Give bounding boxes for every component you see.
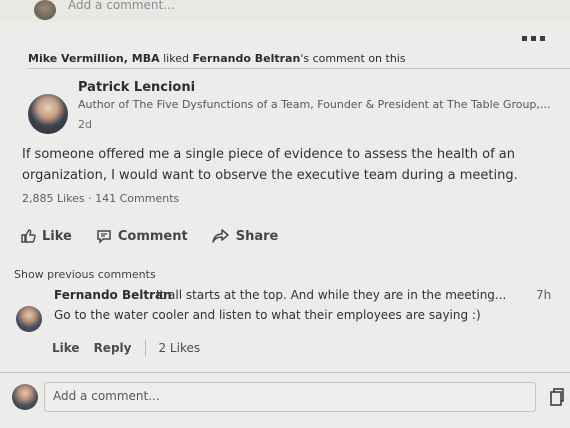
post-stats[interactable]: 2,885 Likes · 141 Comments xyxy=(22,192,179,205)
comment-like-button[interactable]: Like xyxy=(52,341,80,355)
comment-icon xyxy=(96,228,112,244)
activity-line: Mike Vermillion, MBA liked Fernando Belt… xyxy=(28,52,406,65)
comment-button[interactable]: Comment xyxy=(96,228,188,244)
comment-text-line-1: It all starts at the top. And while they… xyxy=(156,288,507,302)
activity-verb: liked xyxy=(159,52,193,65)
divider xyxy=(0,372,570,373)
post-actions: Like Comment Share xyxy=(20,228,302,244)
comment-text-line-2: Go to the water cooler and listen to wha… xyxy=(54,308,481,322)
add-comment-placeholder: Add a comment... xyxy=(53,389,160,403)
feed-card: Mike Vermillion, MBA liked Fernando Belt… xyxy=(0,22,570,428)
my-avatar xyxy=(12,384,38,410)
divider xyxy=(28,68,570,69)
add-comment-input-top[interactable]: Add a comment... xyxy=(68,0,175,12)
screen: Add a comment... Mike Vermillion, MBA li… xyxy=(0,0,570,428)
avatar[interactable] xyxy=(34,0,56,20)
post-body: If someone offered me a single piece of … xyxy=(22,147,518,183)
show-previous-comments-link[interactable]: Show previous comments xyxy=(14,268,156,281)
attach-icon[interactable] xyxy=(550,388,564,410)
like-button[interactable]: Like xyxy=(20,228,72,244)
previous-comment-bar: Add a comment... xyxy=(0,0,570,23)
comment-label: Comment xyxy=(117,228,188,244)
comment-actions: Like Reply 2 Likes xyxy=(52,340,200,356)
thumbs-up-icon xyxy=(20,228,36,244)
commenter-avatar[interactable] xyxy=(16,306,42,332)
commenter-name[interactable]: Fernando Beltran xyxy=(54,288,172,302)
activity-suffix: 's comment on this xyxy=(300,52,406,65)
share-icon xyxy=(211,228,230,244)
comment-timestamp: 7h xyxy=(536,288,552,302)
share-label: Share xyxy=(235,228,279,244)
more-options-icon[interactable] xyxy=(522,36,545,41)
post-timestamp: 2d xyxy=(78,118,92,131)
like-label: Like xyxy=(42,228,72,244)
actor-link[interactable]: Mike Vermillion, MBA xyxy=(28,52,160,65)
comment-likes-count[interactable]: 2 Likes xyxy=(158,341,200,355)
author-name[interactable]: Patrick Lencioni xyxy=(78,80,195,95)
author-headline: Author of The Five Dysfunctions of a Tea… xyxy=(78,98,551,111)
comment-reply-button[interactable]: Reply xyxy=(94,341,132,355)
target-link[interactable]: Fernando Beltran xyxy=(192,52,300,65)
author-avatar[interactable] xyxy=(28,94,68,134)
add-comment-input[interactable]: Add a comment... xyxy=(44,382,536,412)
share-button[interactable]: Share xyxy=(211,228,279,244)
divider xyxy=(145,340,147,356)
